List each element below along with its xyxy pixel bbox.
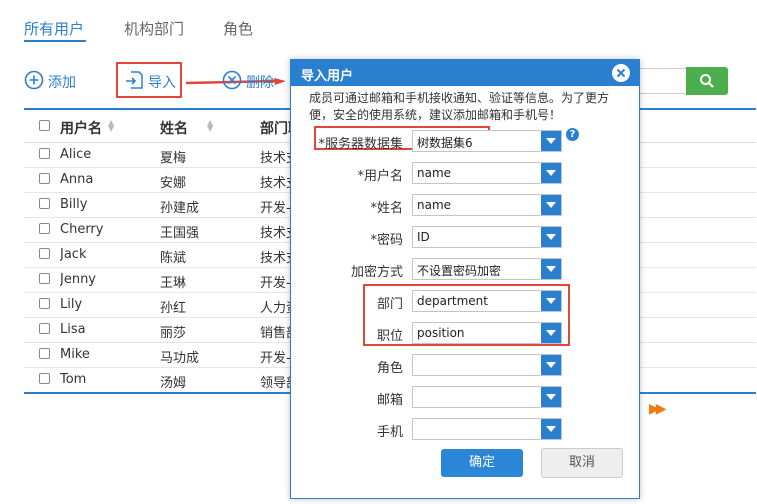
- add-button[interactable]: 添加: [24, 70, 76, 94]
- cell-username: Alice: [60, 147, 92, 162]
- cell-name: 丽莎: [160, 326, 187, 341]
- row-checkbox[interactable]: [39, 223, 50, 234]
- dialog-note: 成员可通过邮箱和手机接收通知、验证等信息。为了更方便，安全的使用系统，建议添加邮…: [309, 91, 610, 122]
- chevron-down-icon[interactable]: [541, 291, 561, 311]
- field-label: 部门: [376, 297, 403, 312]
- row-checkbox[interactable]: [39, 248, 50, 259]
- field-label: *密码: [370, 233, 403, 248]
- field-label: 角色: [376, 361, 403, 376]
- row-checkbox[interactable]: [39, 323, 50, 334]
- field-label: *姓名: [370, 201, 403, 216]
- help-icon[interactable]: ?: [566, 128, 579, 141]
- field-label: 邮箱: [376, 393, 403, 408]
- tab-bar: 所有用户 机构部门 角色: [0, 0, 757, 46]
- field-value: ID: [417, 230, 430, 244]
- import-icon: [124, 70, 144, 94]
- field-label: 加密方式: [350, 265, 403, 280]
- cell-name: 王国强: [160, 226, 200, 241]
- cell-username: Cherry: [60, 222, 104, 237]
- delete-label: 删除: [246, 75, 274, 91]
- field-select[interactable]: 不设置密码加密: [412, 258, 562, 280]
- close-icon[interactable]: [612, 64, 630, 82]
- chevron-down-icon[interactable]: [541, 163, 561, 183]
- import-button[interactable]: 导入: [124, 70, 176, 94]
- chevron-down-icon[interactable]: [541, 195, 561, 215]
- field-select[interactable]: [412, 354, 562, 376]
- cell-username: Billy: [60, 197, 88, 212]
- chevron-down-icon[interactable]: [541, 323, 561, 343]
- cell-name: 夏梅: [160, 151, 187, 166]
- search-button[interactable]: [686, 67, 728, 95]
- row-checkbox[interactable]: [39, 173, 50, 184]
- row-checkbox[interactable]: [39, 298, 50, 309]
- field-label: *用户名: [357, 169, 403, 184]
- cell-name: 马功成: [160, 351, 200, 366]
- active-tab-underline: [24, 40, 86, 42]
- confirm-button[interactable]: 确定: [441, 449, 523, 477]
- cell-name: 孙红: [160, 301, 187, 316]
- cell-name: 王琳: [160, 276, 187, 291]
- field-label: 手机: [376, 425, 403, 440]
- chevron-down-icon[interactable]: [541, 259, 561, 279]
- cell-username: Anna: [60, 172, 94, 187]
- tab-roles[interactable]: 角色: [223, 18, 253, 39]
- chevron-down-icon[interactable]: [541, 355, 561, 375]
- row-checkbox[interactable]: [39, 373, 50, 384]
- row-checkbox[interactable]: [39, 148, 50, 159]
- cell-name: 安娜: [160, 176, 187, 191]
- delete-circle-icon: [222, 70, 242, 94]
- field-value: 树数据集6: [417, 136, 473, 150]
- cell-name: 陈斌: [160, 251, 187, 266]
- next-page-icon[interactable]: ▶▶: [649, 401, 666, 417]
- field-select[interactable]: ID: [412, 226, 562, 248]
- sort-icon[interactable]: ▲ ▼: [207, 119, 213, 133]
- cell-username: Tom: [60, 372, 87, 387]
- header-name: 姓名: [160, 121, 188, 137]
- field-value: department: [417, 294, 488, 308]
- cell-name: 汤姆: [160, 376, 187, 391]
- field-select[interactable]: name: [412, 194, 562, 216]
- field-select[interactable]: [412, 418, 562, 440]
- header-username: 用户名: [60, 121, 102, 137]
- cancel-button[interactable]: 取消: [541, 448, 623, 478]
- chevron-down-icon[interactable]: [541, 131, 561, 151]
- row-checkbox[interactable]: [39, 198, 50, 209]
- field-value: name: [417, 166, 452, 180]
- cell-username: Jenny: [60, 272, 97, 287]
- delete-button[interactable]: 删除: [222, 70, 274, 94]
- chevron-down-icon[interactable]: [541, 387, 561, 407]
- select-all-checkbox[interactable]: [39, 120, 50, 131]
- row-checkbox[interactable]: [39, 348, 50, 359]
- row-checkbox[interactable]: [39, 273, 50, 284]
- sort-icon[interactable]: ▲ ▼: [108, 119, 114, 133]
- cell-username: Mike: [60, 347, 90, 362]
- chevron-down-icon[interactable]: [541, 227, 561, 247]
- field-value: name: [417, 198, 452, 212]
- field-value: position: [417, 326, 465, 340]
- dialog-title: 导入用户: [301, 69, 354, 84]
- plus-circle-icon: [24, 70, 44, 94]
- tab-all-users[interactable]: 所有用户: [24, 18, 84, 39]
- field-select[interactable]: 树数据集6: [412, 130, 562, 152]
- field-select[interactable]: position: [412, 322, 562, 344]
- add-label: 添加: [48, 75, 76, 91]
- tab-departments[interactable]: 机构部门: [124, 18, 184, 39]
- search-icon: [700, 74, 714, 88]
- dialog-header: 导入用户: [291, 60, 639, 86]
- field-label: *服务器数据集: [318, 137, 403, 152]
- field-select[interactable]: [412, 386, 562, 408]
- field-value: 不设置密码加密: [417, 264, 502, 278]
- field-select[interactable]: name: [412, 162, 562, 184]
- import-users-dialog: 导入用户 成员可通过邮箱和手机接收通知、验证等信息。为了更方便，安全的使用系统，…: [290, 59, 640, 499]
- field-label: 职位: [376, 329, 403, 344]
- cell-username: Jack: [60, 247, 87, 262]
- import-label: 导入: [148, 75, 176, 91]
- cell-name: 孙建成: [160, 201, 200, 216]
- field-select[interactable]: department: [412, 290, 562, 312]
- chevron-down-icon[interactable]: [541, 419, 561, 439]
- cell-username: Lisa: [60, 322, 86, 337]
- cell-username: Lily: [60, 297, 83, 312]
